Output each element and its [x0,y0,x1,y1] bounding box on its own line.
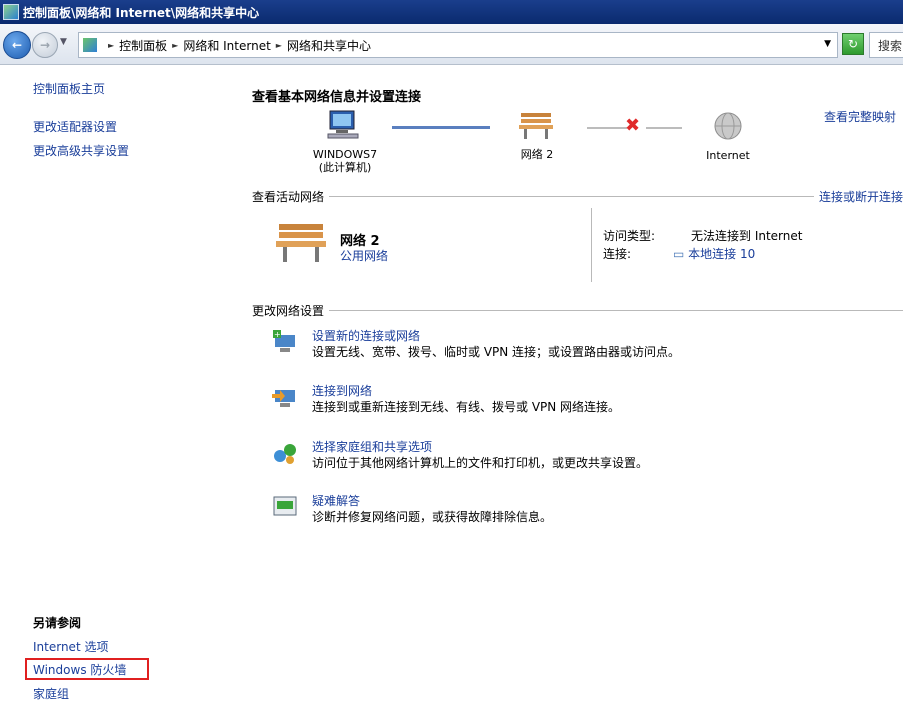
broken-connection-line [646,127,682,129]
connection-label: 连接: [603,247,632,261]
computer-name: WINDOWS7 [312,148,378,161]
troubleshoot-desc: 诊断并修复网络问题，或获得故障排除信息。 [312,510,553,524]
connect-network-link[interactable]: 连接到网络 [312,382,372,399]
see-full-map-link[interactable]: 查看完整映射 [824,108,896,125]
address-dropdown-icon[interactable]: ▼ [824,39,831,49]
control-panel-home-link[interactable]: 控制面板主页 [33,80,105,97]
troubleshoot-icon [273,496,297,516]
chevron-right-icon[interactable]: ► [172,41,178,50]
title-bar: 控制面板\网络和 Internet\网络和共享中心 [0,0,903,24]
connect-disconnect-link[interactable]: 连接或断开连接 [819,188,903,205]
change-settings-title: 更改网络设置 [252,304,325,318]
refresh-button[interactable]: ↻ [842,33,864,55]
local-connection-link[interactable]: 本地连接 10 [688,247,755,261]
homegroup-sharing-link[interactable]: 选择家庭组和共享选项 [312,438,432,455]
connect-network-icon [272,390,295,407]
bench-network-icon[interactable] [518,110,554,140]
connection-line [392,126,490,129]
active-networks-header: 查看活动网络 连接或断开连接 [252,188,903,205]
access-type-label: 访问类型: [603,229,656,243]
breadcrumb-network-internet[interactable]: 网络和 Internet [183,37,270,54]
control-panel-icon [83,38,97,52]
task-setup-connection: + 设置新的连接或网络 设置无线、宽带、拨号、临时或 VPN 连接；或设置路由器… [272,327,892,367]
svg-text:+: + [274,330,281,339]
window-title: 控制面板\网络和 Internet\网络和共享中心 [23,5,260,20]
troubleshoot-link[interactable]: 疑难解答 [312,492,360,509]
broken-connection-line [587,127,627,129]
recent-pages-dropdown-icon[interactable]: ▼ [60,37,67,47]
left-task-pane: 控制面板主页 更改适配器设置 更改高级共享设置 另请参阅 Internet 选项… [0,65,235,709]
change-settings-header: 更改网络设置 [252,302,903,319]
computer-icon[interactable] [326,109,360,139]
setup-connection-link[interactable]: 设置新的连接或网络 [312,327,420,344]
internet-label: Internet [706,149,750,162]
public-network-bench-icon[interactable] [274,220,328,264]
divider [329,310,903,311]
see-also-title: 另请参阅 [33,616,82,630]
page-title: 查看基本网络信息并设置连接 [252,90,422,105]
network-map-label: 网络 2 [520,148,554,161]
homegroup-link[interactable]: 家庭组 [33,685,69,702]
change-adapter-settings-link[interactable]: 更改适配器设置 [33,118,117,135]
homegroup-icon [274,444,296,464]
divider [329,196,814,197]
main-content: 查看基本网络信息并设置连接 查看完整映射 ✖ WINDOWS7 (此计算机) 网… [252,65,903,709]
access-type-value: 无法连接到 Internet [691,229,803,243]
chevron-right-icon[interactable]: ► [108,41,114,50]
internet-globe-icon[interactable] [713,111,743,141]
active-networks-title: 查看活动网络 [252,190,325,204]
setup-connection-desc: 设置无线、宽带、拨号、临时或 VPN 连接；或设置路由器或访问点。 [312,345,681,359]
task-troubleshoot: 疑难解答 诊断并修复网络问题，或获得故障排除信息。 [272,492,892,532]
search-placeholder: 搜索 [878,38,903,53]
divider [591,208,592,282]
computer-label: WINDOWS7 (此计算机) [300,148,390,174]
no-connection-icon: ✖ [625,115,641,136]
homegroup-sharing-desc: 访问位于其他网络计算机上的文件和打印机，或更改共享设置。 [312,456,649,470]
network-center-icon [3,4,19,20]
new-connection-icon: + [273,330,295,352]
back-button[interactable]: ← [3,31,31,59]
connect-network-desc: 连接到或重新连接到无线、有线、拨号或 VPN 网络连接。 [312,400,621,414]
breadcrumb-sharing-center[interactable]: 网络和共享中心 [287,37,371,54]
task-connect-network: 连接到网络 连接到或重新连接到无线、有线、拨号或 VPN 网络连接。 [272,382,892,422]
computer-sub: (此计算机) [318,161,372,174]
search-input[interactable]: 搜索 [869,32,903,58]
change-advanced-sharing-link[interactable]: 更改高级共享设置 [33,142,129,159]
breadcrumb[interactable]: ► 控制面板 ► 网络和 Internet ► 网络和共享中心 ▼ [78,32,838,58]
forward-button[interactable]: → [32,32,58,58]
chevron-right-icon[interactable]: ► [276,41,282,50]
network-type-link[interactable]: 公用网络 [340,247,388,264]
internet-options-link[interactable]: Internet 选项 [33,638,108,655]
address-bar: ← → ▼ ► 控制面板 ► 网络和 Internet ► 网络和共享中心 ▼ … [0,24,903,65]
network-adapter-icon: ▭ [673,247,685,261]
task-homegroup-sharing: 选择家庭组和共享选项 访问位于其他网络计算机上的文件和打印机，或更改共享设置。 [272,438,892,478]
breadcrumb-control-panel[interactable]: 控制面板 [119,37,167,54]
connection-entry: ▭ 本地连接 10 [673,245,755,262]
highlight-box [25,658,149,680]
